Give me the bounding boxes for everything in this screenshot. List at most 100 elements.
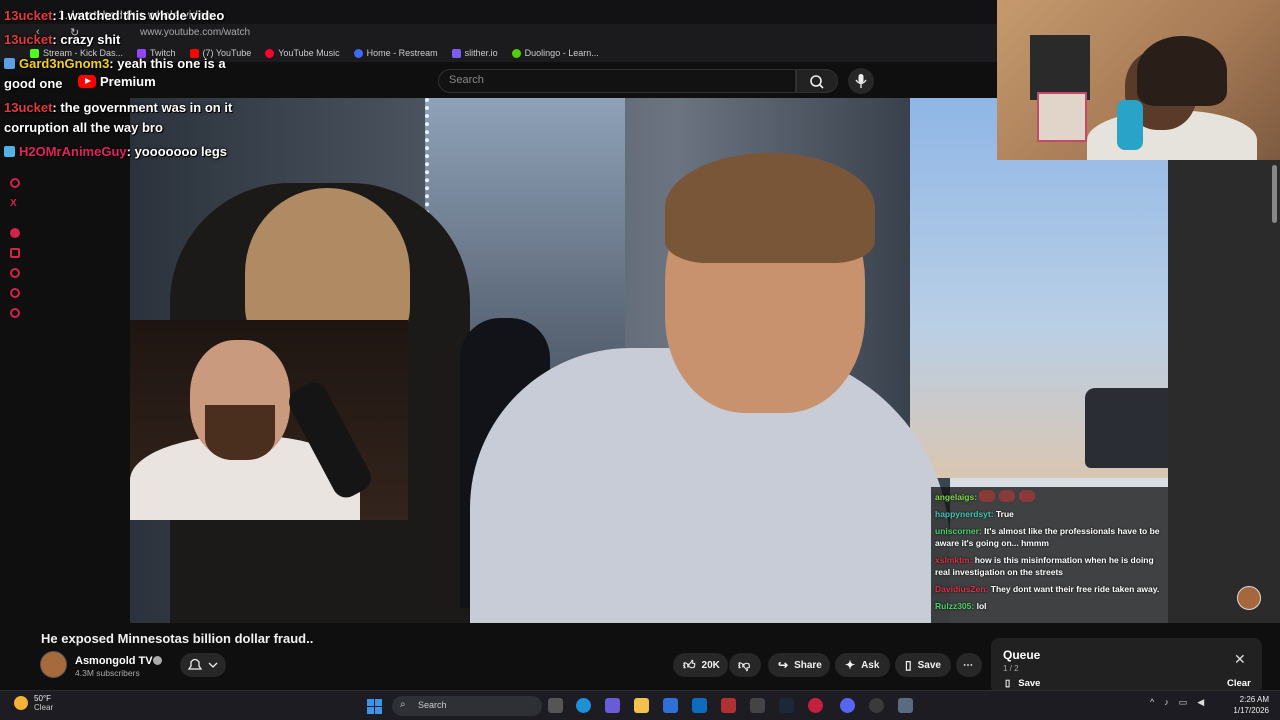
chat-badge-icon	[4, 58, 15, 69]
overlay-chat-message: Gard3nGnom3: yeah this one is a	[4, 56, 226, 71]
save-button[interactable]: ▯ Save	[895, 653, 951, 677]
store-icon[interactable]	[663, 698, 678, 713]
opera-gx-icon[interactable]	[808, 698, 823, 713]
start-button[interactable]	[367, 699, 382, 714]
more-actions-button[interactable]: ⋯	[956, 653, 982, 677]
video-interviewer-hair	[665, 153, 875, 263]
queue-title: Queue	[1003, 648, 1041, 662]
youtube-music-icon	[265, 48, 275, 58]
chatbox-message: DavidiusZen: They dont want their free r…	[935, 584, 1160, 594]
like-button[interactable]: 👍︎ 20K	[673, 653, 728, 677]
duolingo-icon	[511, 48, 521, 58]
bookmark-duolingo[interactable]: Duolingo - Learn...	[511, 46, 599, 60]
youtube-premium-logo[interactable]: Premium	[78, 74, 156, 89]
sparkle-icon: ✦	[845, 658, 856, 672]
left-rail: X	[0, 98, 30, 690]
twitch-rail-icon[interactable]	[10, 178, 20, 188]
bookmark-youtube-music[interactable]: YouTube Music	[265, 46, 340, 60]
queue-clear-button[interactable]: Clear	[1227, 678, 1251, 689]
emote-icon	[1019, 490, 1036, 502]
sun-icon	[14, 696, 28, 710]
capcut-icon[interactable]	[750, 698, 765, 713]
overlay-chat-continuation: good one	[4, 76, 63, 91]
voice-search-button[interactable]	[848, 68, 874, 94]
screen: 1. I watched this whole video ‹ ↻ www.yo…	[0, 0, 1280, 720]
verified-icon	[153, 656, 162, 665]
bookmark-restream[interactable]: Home - Restream	[353, 46, 438, 60]
dislike-button[interactable]: 👎︎	[729, 653, 761, 677]
x-rail-icon[interactable]: X	[10, 198, 20, 209]
bell-icon	[187, 658, 218, 670]
queue-panel: Queue 1 / 2 ✕ ▯ Save Clear	[991, 638, 1262, 694]
task-view-icon[interactable]	[548, 698, 563, 713]
chat-badge-icon	[4, 146, 15, 157]
obs-icon[interactable]	[869, 698, 884, 713]
microphone-icon	[855, 74, 867, 88]
queue-save-button[interactable]: ▯ Save	[1005, 678, 1040, 689]
system-tray: ^ ♪ ▭ ◀	[1150, 697, 1204, 708]
folder-rail-icon[interactable]	[10, 248, 20, 258]
wall-poster	[1030, 35, 1090, 100]
channel-name[interactable]: Asmongold TV	[75, 655, 153, 667]
reactor-webcam	[997, 0, 1280, 160]
search-input[interactable]	[449, 74, 779, 86]
app-icon[interactable]	[721, 698, 736, 713]
restream-icon	[353, 48, 363, 58]
history-rail-icon[interactable]	[10, 268, 20, 278]
bookmark-icon: ▯	[1005, 678, 1011, 689]
close-icon[interactable]: ✕	[1234, 651, 1246, 668]
ask-button[interactable]: ✦ Ask	[835, 653, 890, 677]
volume-icon[interactable]: ◀	[1197, 697, 1204, 708]
microphone-tray-icon[interactable]: ♪	[1164, 697, 1169, 708]
chatbox-message: happynerdsyt: True	[935, 509, 1014, 519]
discord-icon[interactable]	[840, 698, 855, 713]
channel-avatar[interactable]	[40, 651, 67, 678]
search-box	[438, 69, 796, 93]
overlay-chat-message: 13ucket: the government was in on it	[4, 100, 233, 115]
search-button[interactable]	[796, 69, 838, 93]
settings-rail-icon[interactable]	[10, 308, 20, 318]
chatbox-message: xslmktm: how is this misinformation when…	[935, 555, 1154, 577]
copilot-icon[interactable]	[605, 698, 620, 713]
video-title: He exposed Minnesotas billion dollar fra…	[41, 631, 314, 646]
video-car	[1085, 388, 1168, 468]
wall-frame	[1037, 92, 1087, 142]
share-button[interactable]: ↪ Share	[768, 653, 830, 677]
webcam-beard	[205, 405, 275, 460]
reactor-microphone	[1117, 100, 1143, 150]
address-bar-url[interactable]: www.youtube.com/watch	[140, 27, 250, 38]
overlay-chat-message: 13ucket: I watched this whole video	[4, 8, 225, 23]
chatbox-message: uniscorner: It's almost like the profess…	[935, 526, 1160, 548]
chatbox-message: Rulzz305: lol	[935, 601, 987, 611]
stream-chatbox: angelaigs: happynerdsyt: True uniscorner…	[931, 487, 1168, 623]
slither-icon	[451, 48, 461, 58]
extension-rail-icon[interactable]	[10, 288, 20, 298]
taskbar-search[interactable]: Search	[392, 696, 542, 716]
chevron-up-icon[interactable]: ^	[1150, 697, 1154, 708]
emote-icon	[979, 490, 996, 502]
overlay-chat-continuation: corruption all the way bro	[4, 120, 163, 135]
bookmark-slither[interactable]: slither.io	[451, 46, 498, 60]
record-rail-icon[interactable]	[10, 228, 20, 238]
emote-icon	[999, 490, 1016, 502]
network-icon[interactable]: ▭	[1179, 697, 1188, 708]
bookmark-icon: ▯	[905, 658, 912, 672]
page-scrollbar[interactable]	[1272, 165, 1277, 223]
steam-icon[interactable]	[779, 698, 794, 713]
taskbar-clock[interactable]: 2:26 AM 1/17/2026	[1225, 694, 1269, 716]
video-side-gutter	[1168, 160, 1280, 623]
weather-widget[interactable]: 50°F Clear	[14, 694, 53, 712]
settings-icon[interactable]	[898, 698, 913, 713]
search-icon	[810, 75, 824, 89]
subscriber-count: 4.3M subscribers	[75, 668, 140, 678]
share-icon: ↪	[778, 658, 789, 672]
subscribed-bell-button[interactable]	[180, 653, 226, 677]
outlook-icon[interactable]	[692, 698, 707, 713]
thumbs-down-icon: 👎︎	[738, 658, 751, 672]
queue-count: 1 / 2	[1003, 664, 1019, 673]
file-explorer-icon[interactable]	[634, 698, 649, 713]
overlay-chat-message: 13ucket: crazy shit	[4, 32, 121, 47]
taskbar-search-icon: ⌕	[400, 699, 406, 710]
channel-watermark-avatar[interactable]	[1237, 586, 1261, 610]
edge-icon[interactable]	[576, 698, 591, 713]
